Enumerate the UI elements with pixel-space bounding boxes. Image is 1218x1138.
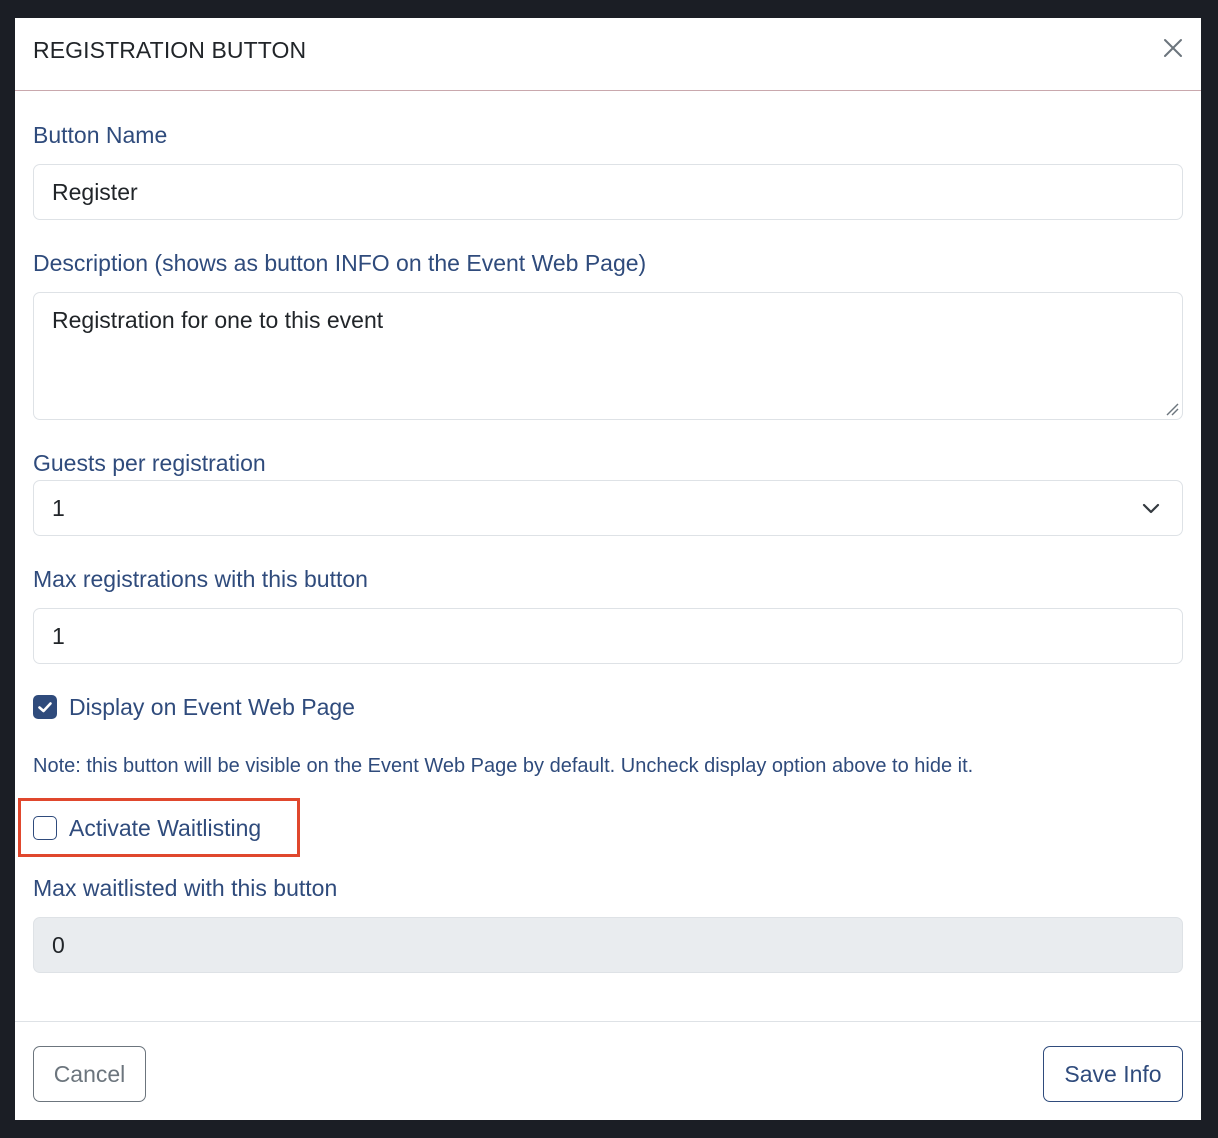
max-waitlisted-value: 0 xyxy=(52,932,65,958)
guests-per-registration-value: 1 xyxy=(52,495,65,521)
modal-title: REGISTRATION BUTTON xyxy=(33,37,307,63)
save-info-button[interactable]: Save Info xyxy=(1043,1046,1183,1102)
max-registrations-label: Max registrations with this button xyxy=(33,566,368,592)
activate-waitlisting-label[interactable]: Activate Waitlisting xyxy=(69,815,261,842)
close-button[interactable] xyxy=(1161,36,1185,60)
max-registrations-value: 1 xyxy=(52,623,65,649)
button-name-value: Register xyxy=(52,179,138,205)
max-waitlisted-input: 0 xyxy=(33,917,1183,973)
button-name-label: Button Name xyxy=(33,122,168,148)
button-name-input[interactable]: Register xyxy=(33,164,1183,220)
max-waitlisted-label: Max waitlisted with this button xyxy=(33,875,338,901)
guests-per-registration-select[interactable]: 1 xyxy=(33,480,1183,536)
resize-grip-icon[interactable] xyxy=(1165,402,1179,416)
activate-waitlisting-checkbox[interactable] xyxy=(33,816,57,840)
display-on-event-page-label[interactable]: Display on Event Web Page xyxy=(69,694,355,721)
description-label: Description (shows as button INFO on the… xyxy=(33,250,647,276)
close-icon xyxy=(1164,39,1182,57)
guests-per-registration-label: Guests per registration xyxy=(33,450,266,476)
cancel-button[interactable]: Cancel xyxy=(33,1046,146,1102)
modal-footer: Cancel Save Info xyxy=(15,1021,1201,1120)
checkmark-icon xyxy=(38,702,52,713)
description-textarea[interactable]: Registration for one to this event xyxy=(33,292,1183,420)
display-note: Note: this button will be visible on the… xyxy=(33,755,974,777)
modal-header: REGISTRATION BUTTON xyxy=(15,18,1201,91)
max-registrations-input[interactable]: 1 xyxy=(33,608,1183,664)
description-value: Registration for one to this event xyxy=(52,307,384,333)
display-on-event-page-checkbox[interactable] xyxy=(33,695,57,719)
registration-button-modal: REGISTRATION BUTTON Button Name Register… xyxy=(15,18,1201,1120)
chevron-down-icon xyxy=(1142,503,1160,514)
